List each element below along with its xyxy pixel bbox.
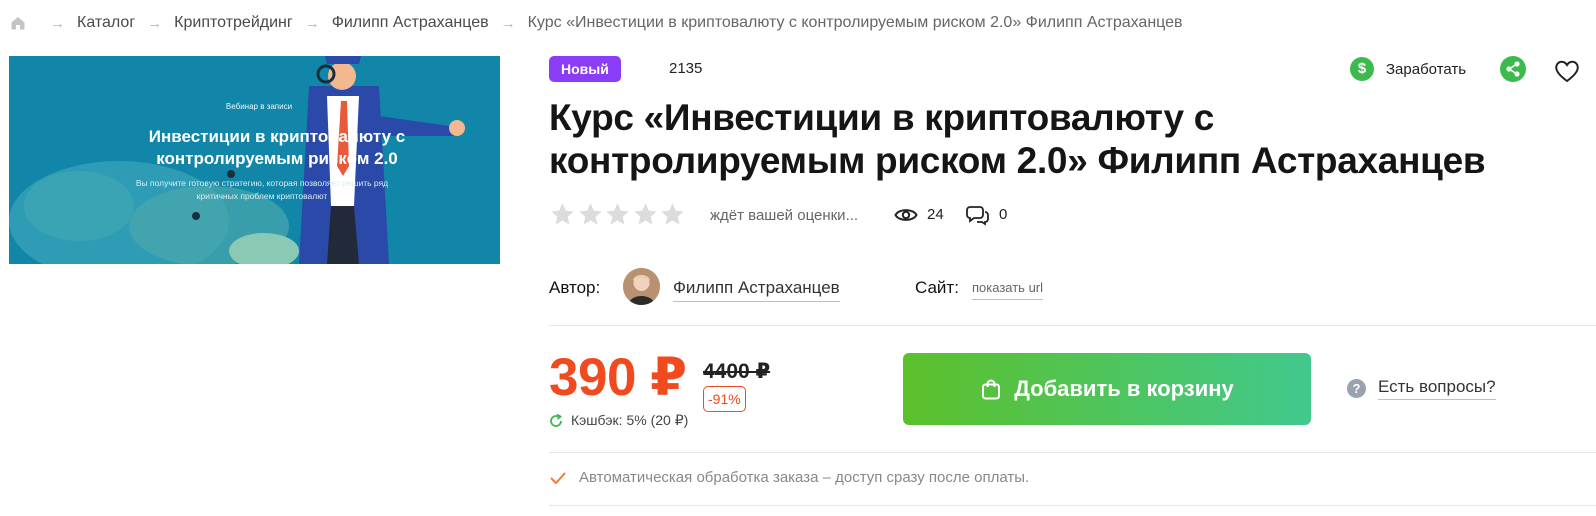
chevron-right-icon: → [147, 14, 163, 32]
cover-title: Инвестиции в криптовалюту с контролируем… [148, 127, 406, 168]
earn-button[interactable]: $ Заработать [1350, 57, 1466, 81]
rating-text: ждёт вашей оценки... [710, 207, 859, 224]
chevron-right-icon: → [500, 14, 516, 32]
breadcrumb-item-catalog[interactable]: Каталог [77, 14, 135, 32]
chevron-right-icon: → [304, 14, 320, 32]
checkmark-icon [550, 471, 566, 484]
questions-link[interactable]: ? Есть вопросы? [1347, 377, 1496, 400]
comments-icon[interactable] [966, 204, 990, 226]
new-badge: Новый [549, 56, 621, 82]
price: 390 ₽ [549, 348, 687, 407]
heart-icon[interactable] [1552, 58, 1582, 84]
divider [549, 452, 1596, 453]
author-name-link[interactable]: Филипп Астраханцев [673, 278, 840, 302]
questions-label: Есть вопросы? [1378, 377, 1496, 400]
eye-icon [894, 209, 918, 221]
star-icon[interactable] [659, 201, 686, 228]
chevron-right-icon: → [50, 14, 65, 32]
star-icon[interactable] [549, 201, 576, 228]
refresh-icon [550, 413, 563, 427]
product-title: Курс «Инвестиции в криптовалюту с контро… [549, 97, 1486, 181]
cashback-text: Кэшбэк: 5% (20 ₽) [571, 412, 689, 428]
share-button[interactable] [1500, 56, 1526, 82]
discount-badge: -91% [703, 386, 746, 412]
add-to-cart-button[interactable]: Добавить в корзину [903, 353, 1311, 425]
earn-label: Заработать [1386, 60, 1467, 78]
rating-stars[interactable] [549, 201, 687, 228]
views-count: 24 [927, 206, 944, 223]
course-cover-image[interactable]: Вебинар в записи Инвестиции в криптовалю… [9, 56, 500, 264]
auto-processing-notice: Автоматическая обработка заказа – доступ… [549, 469, 1029, 486]
product-id: 2135 [669, 60, 703, 77]
divider [549, 325, 1596, 326]
share-icon [1506, 61, 1520, 77]
breadcrumb-item-author[interactable]: Филипп Астраханцев [332, 14, 489, 32]
divider [549, 505, 1596, 506]
breadcrumb-item-category[interactable]: Криптотрейдинг [174, 14, 293, 32]
old-price: 4400 ₽ [703, 360, 771, 383]
avatar[interactable] [623, 268, 660, 305]
breadcrumb: → Каталог → Криптотрейдинг → Филипп Астр… [10, 12, 1183, 34]
author-photo [623, 268, 660, 305]
dollar-coin-icon: $ [1350, 57, 1374, 81]
author-label: Автор: [549, 278, 601, 297]
cover-subtitle: Вы получите готовую стратегию, которая п… [135, 178, 389, 201]
show-url-link[interactable]: показать url [972, 280, 1044, 300]
site-label: Сайт: [915, 278, 959, 297]
home-icon[interactable] [10, 15, 26, 31]
cashback-info: Кэшбэк: 5% (20 ₽) [549, 412, 688, 429]
star-icon[interactable] [577, 201, 604, 228]
question-icon: ? [1347, 379, 1366, 398]
cover-kicker: Вебинар в записи [225, 102, 293, 111]
star-icon[interactable] [632, 201, 659, 228]
star-icon[interactable] [604, 201, 631, 228]
breadcrumb-item-current: Курс «Инвестиции в криптовалюту с контро… [527, 14, 1183, 31]
add-to-cart-label: Добавить в корзину [1014, 376, 1234, 401]
shopping-bag-icon [982, 379, 1001, 400]
comments-count[interactable]: 0 [999, 206, 1007, 223]
auto-processing-text: Автоматическая обработка заказа – доступ… [579, 469, 1030, 486]
